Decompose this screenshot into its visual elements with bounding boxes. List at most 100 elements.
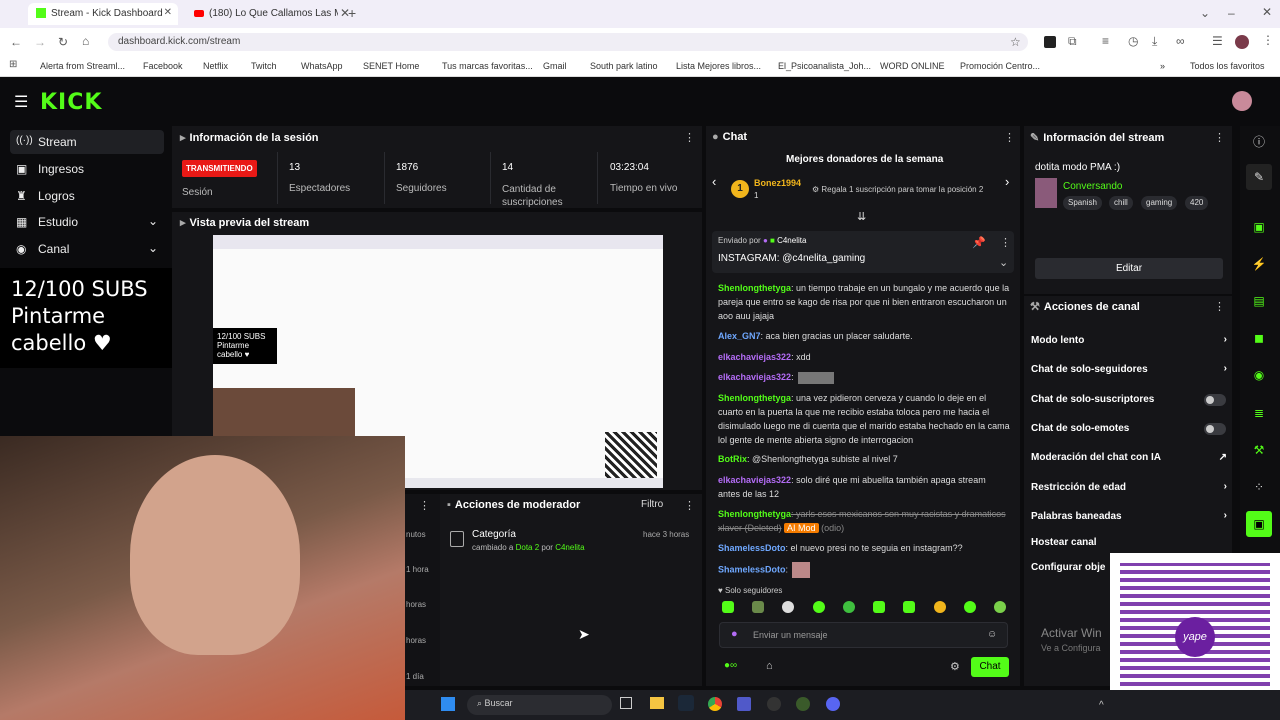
filter-button[interactable]: Filtro: [641, 499, 663, 510]
sidebar-item-estudio[interactable]: ▦ Estudio ⌄: [10, 210, 164, 234]
user-avatar[interactable]: [1232, 91, 1252, 111]
bookmark-item[interactable]: WORD ONLINE: [880, 61, 945, 71]
chat-message[interactable]: elkachaviejas322: solo diré que mi abuel…: [718, 473, 1010, 501]
bookmark-item[interactable]: Tus marcas favoritas...: [442, 61, 533, 71]
menu-kebab-icon[interactable]: ⋮: [1262, 33, 1274, 47]
tab-youtube[interactable]: (180) Lo Que Callamos Las Muj: [186, 3, 338, 25]
chat-message[interactable]: Shenlongthetyga: un tiempo trabaje en un…: [718, 281, 1010, 323]
broadcast-icon[interactable]: ◉: [1246, 362, 1272, 388]
kebab-icon[interactable]: ⋮: [419, 499, 430, 512]
chat-message[interactable]: ShamelessDoto: el nuevo presi no te segu…: [718, 541, 1010, 555]
emoji-icon[interactable]: ☺: [987, 629, 997, 640]
action-solo-suscriptores[interactable]: Chat de solo-suscriptores: [1031, 394, 1227, 405]
sidebar-item-canal[interactable]: ◉ Canal ⌄: [10, 237, 164, 261]
steam-icon[interactable]: [678, 695, 694, 711]
bookmark-star-icon[interactable]: ☆: [1010, 35, 1021, 49]
subs-only-toggle[interactable]: [1204, 394, 1226, 406]
tab-kick-dashboard[interactable]: Stream - Kick Dashboard ✕: [28, 3, 178, 25]
document-icon[interactable]: ▤: [1246, 288, 1272, 314]
layers-icon[interactable]: ≣: [1246, 400, 1272, 426]
bookmark-item[interactable]: El_Psicoanalista_Joh...: [778, 61, 871, 71]
sidebar-item-logros[interactable]: ♜ Logros: [10, 184, 164, 208]
action-ai-moderation[interactable]: Moderación del chat con IA ↗: [1031, 452, 1227, 463]
bookmark-item[interactable]: Promoción Centro...: [960, 61, 1040, 71]
chat-message[interactable]: ShamelessDoto:: [718, 562, 1010, 578]
emote-icon[interactable]: [903, 601, 916, 613]
kebab-icon[interactable]: ⋮: [684, 499, 695, 512]
tray-chevron-icon[interactable]: ^: [1099, 700, 1104, 711]
close-tab-icon[interactable]: ✕: [164, 7, 172, 18]
xbox-icon[interactable]: [796, 697, 810, 711]
bookmark-item[interactable]: SENET Home: [363, 61, 419, 71]
emote-icon[interactable]: [752, 601, 765, 613]
new-tab-icon[interactable]: +: [348, 5, 356, 21]
chat-message[interactable]: Alex_GN7: aca bien gracias un placer sal…: [718, 329, 1010, 343]
bookmarks-overflow-icon[interactable]: »: [1160, 61, 1165, 71]
emote-icon[interactable]: [963, 601, 976, 613]
tag-chip[interactable]: gaming: [1141, 196, 1178, 210]
chrome-icon[interactable]: [708, 697, 722, 711]
emote-icon[interactable]: [873, 601, 886, 613]
category-name[interactable]: Conversando: [1063, 181, 1122, 192]
action-modo-lento[interactable]: Modo lento ›: [1031, 334, 1227, 346]
sidebar-item-ingresos[interactable]: ▣ Ingresos: [10, 157, 164, 181]
media-icon[interactable]: ≡: [1102, 34, 1109, 48]
discord-icon[interactable]: [826, 697, 840, 711]
add-widget-icon[interactable]: ▣: [1246, 511, 1272, 537]
chat-message-deleted[interactable]: Shenlongthetyga: yarls esos mexicanos so…: [718, 507, 1010, 535]
clip-icon[interactable]: ▣: [1246, 214, 1272, 240]
emotes-only-toggle[interactable]: [1204, 423, 1226, 435]
chat-message[interactable]: BotRix: @Shenlongthetyga subiste al nive…: [718, 452, 1010, 466]
chat-message[interactable]: Shenlongthetyga: una vez pidieron cervez…: [718, 391, 1010, 447]
windows-start-icon[interactable]: [441, 697, 455, 711]
extension-icon[interactable]: [1044, 36, 1056, 48]
bookmark-item[interactable]: Lista Mejores libros...: [676, 61, 761, 71]
close-window-icon[interactable]: ✕: [1262, 5, 1272, 19]
emote-icon[interactable]: [782, 601, 795, 613]
kebab-icon[interactable]: ⋮: [1214, 131, 1225, 144]
download-icon[interactable]: ⤓: [1152, 34, 1157, 49]
bookmark-item[interactable]: South park latino: [590, 61, 658, 71]
action-host-channel[interactable]: Hostear canal: [1031, 537, 1227, 548]
kebab-icon[interactable]: ⋮: [684, 131, 695, 144]
action-banned-words[interactable]: Palabras baneadas ›: [1031, 510, 1227, 522]
info-icon[interactable]: ⓘ: [1246, 128, 1272, 154]
settings-gear-icon[interactable]: ⚙: [950, 660, 960, 673]
taskbar-search[interactable]: ⌕ Buscar: [467, 695, 612, 715]
forward-icon[interactable]: →: [34, 35, 46, 49]
collapse-icon[interactable]: ⇊: [857, 210, 866, 223]
points-icon[interactable]: ●∞: [724, 660, 737, 671]
kick-logo[interactable]: KICK: [40, 90, 102, 115]
action-age-restriction[interactable]: Restricción de edad ›: [1031, 481, 1227, 493]
file-explorer-icon[interactable]: [650, 697, 664, 709]
bookmark-item[interactable]: Twitch: [251, 61, 277, 71]
history-icon[interactable]: ◷: [1128, 34, 1138, 48]
chat-icon[interactable]: ◼: [1246, 325, 1272, 351]
apps-grid-icon[interactable]: ⊞: [9, 59, 17, 70]
pin-icon[interactable]: 📌: [972, 236, 986, 249]
chat-message[interactable]: elkachaviejas322: xdd: [718, 350, 1010, 364]
gift-sub-text[interactable]: ⚙ Regala 1 suscripción para tomar la pos…: [812, 185, 983, 194]
kebab-icon[interactable]: ⋮: [1000, 236, 1011, 249]
tag-chip[interactable]: chill: [1109, 196, 1133, 210]
emote-icon[interactable]: [722, 601, 734, 613]
home-icon[interactable]: ⌂: [82, 34, 89, 48]
sidebar-icon[interactable]: ☰: [1212, 34, 1223, 48]
profile-avatar[interactable]: [1235, 35, 1249, 49]
send-chat-button[interactable]: Chat: [971, 657, 1009, 677]
lightning-icon[interactable]: ⚡: [1246, 251, 1272, 277]
emote-icon[interactable]: [993, 601, 1006, 613]
bookmark-item[interactable]: Netflix: [203, 61, 228, 71]
sidebar-item-stream[interactable]: ((·)) Stream: [10, 130, 164, 154]
bookmark-item[interactable]: Gmail: [543, 61, 567, 71]
hamburger-menu-icon[interactable]: ☰: [14, 92, 28, 112]
obs-icon[interactable]: [767, 697, 781, 711]
kebab-icon[interactable]: ⋮: [1004, 131, 1015, 144]
dropdown-tabs-icon[interactable]: ⌄: [1200, 6, 1210, 20]
link-icon[interactable]: ∞: [1176, 34, 1185, 48]
emote-icon[interactable]: [842, 601, 855, 613]
chevron-left-icon[interactable]: ‹: [712, 174, 716, 189]
edit-icon[interactable]: ✎: [1246, 164, 1272, 190]
all-bookmarks-folder[interactable]: Todos los favoritos: [1190, 61, 1265, 71]
dots-icon[interactable]: ⁘: [1246, 474, 1272, 500]
